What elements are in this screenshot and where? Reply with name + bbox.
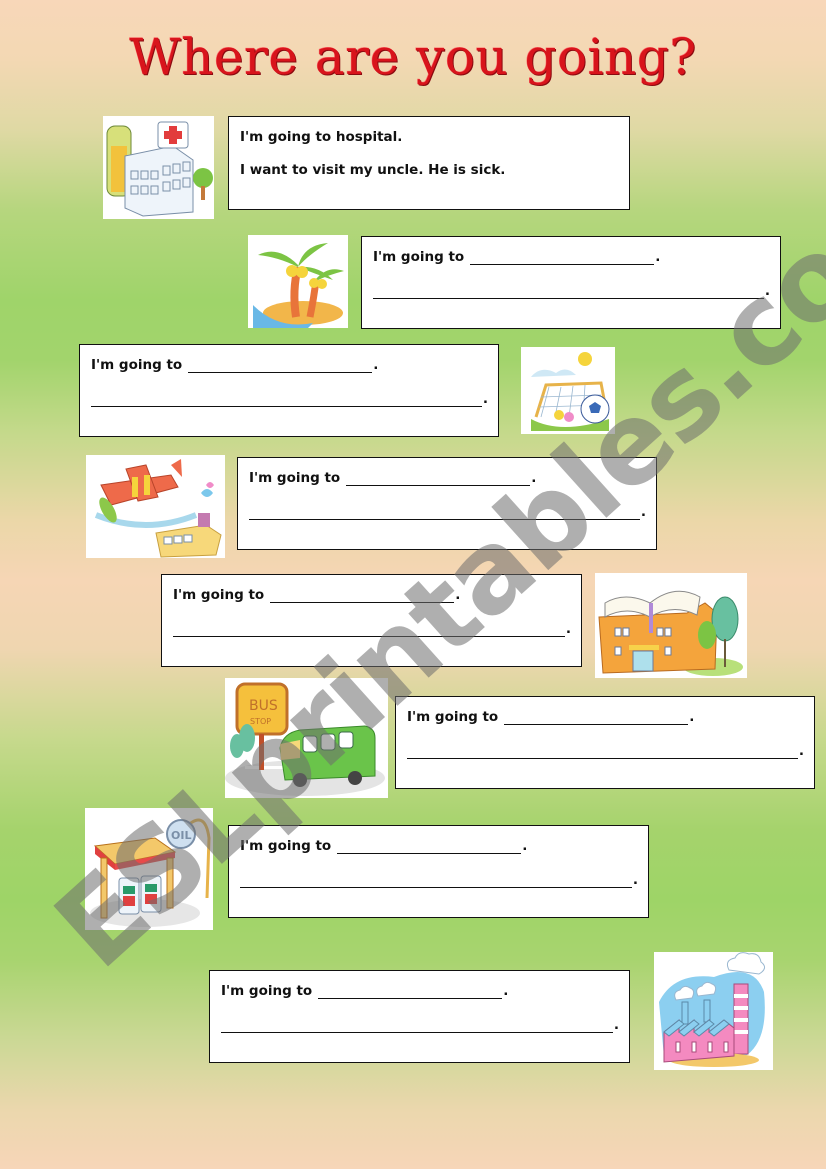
answer-box-3: I'm going to. . — [237, 457, 657, 550]
answer-prompt: I'm going to — [407, 709, 499, 725]
soccer-field-icon — [521, 347, 615, 434]
svg-text:BUS: BUS — [249, 698, 278, 714]
place-blank[interactable] — [188, 358, 373, 373]
answer-box-5: I'm going to. . — [395, 696, 815, 789]
answer-box-6: I'm going to. . — [228, 825, 649, 918]
beach-island-icon — [248, 235, 348, 328]
library-icon — [595, 573, 747, 678]
place-blank[interactable] — [337, 839, 522, 854]
answer-prompt: I'm going to — [173, 587, 265, 603]
reason-blank[interactable] — [91, 392, 482, 407]
reason-blank[interactable] — [173, 622, 565, 637]
example-answer-box: I'm going to hospital. I want to visit m… — [228, 116, 630, 210]
place-blank[interactable] — [346, 471, 531, 486]
place-blank[interactable] — [504, 710, 689, 725]
place-blank[interactable] — [470, 250, 655, 265]
airport-icon — [86, 455, 225, 558]
answer-prompt: I'm going to — [249, 470, 341, 486]
factory-icon — [654, 952, 773, 1070]
answer-prompt: I'm going to — [91, 357, 183, 373]
example-line-2: I want to visit my uncle. He is sick. — [240, 162, 506, 178]
answer-box-4: I'm going to. . — [161, 574, 582, 667]
answer-prompt: I'm going to — [240, 838, 332, 854]
svg-text:OIL: OIL — [171, 829, 191, 842]
answer-prompt: I'm going to — [221, 983, 313, 999]
reason-blank[interactable] — [373, 284, 764, 299]
answer-box-7: I'm going to. . — [209, 970, 630, 1063]
reason-blank[interactable] — [221, 1018, 613, 1033]
worksheet-title: Where are you going? — [129, 28, 697, 86]
bus-stop-icon: BUS STOP — [225, 678, 388, 798]
answer-box-1: I'm going to. . — [361, 236, 781, 329]
answer-box-2: I'm going to. . — [79, 344, 499, 437]
answer-prompt: I'm going to — [373, 249, 465, 265]
svg-text:STOP: STOP — [250, 717, 271, 726]
hospital-icon — [103, 116, 214, 219]
gas-station-icon: OIL — [85, 808, 213, 930]
reason-blank[interactable] — [407, 744, 798, 759]
place-blank[interactable] — [270, 588, 455, 603]
reason-blank[interactable] — [249, 505, 640, 520]
example-line-1: I'm going to hospital. — [240, 129, 403, 145]
place-blank[interactable] — [318, 984, 503, 999]
reason-blank[interactable] — [240, 873, 632, 888]
